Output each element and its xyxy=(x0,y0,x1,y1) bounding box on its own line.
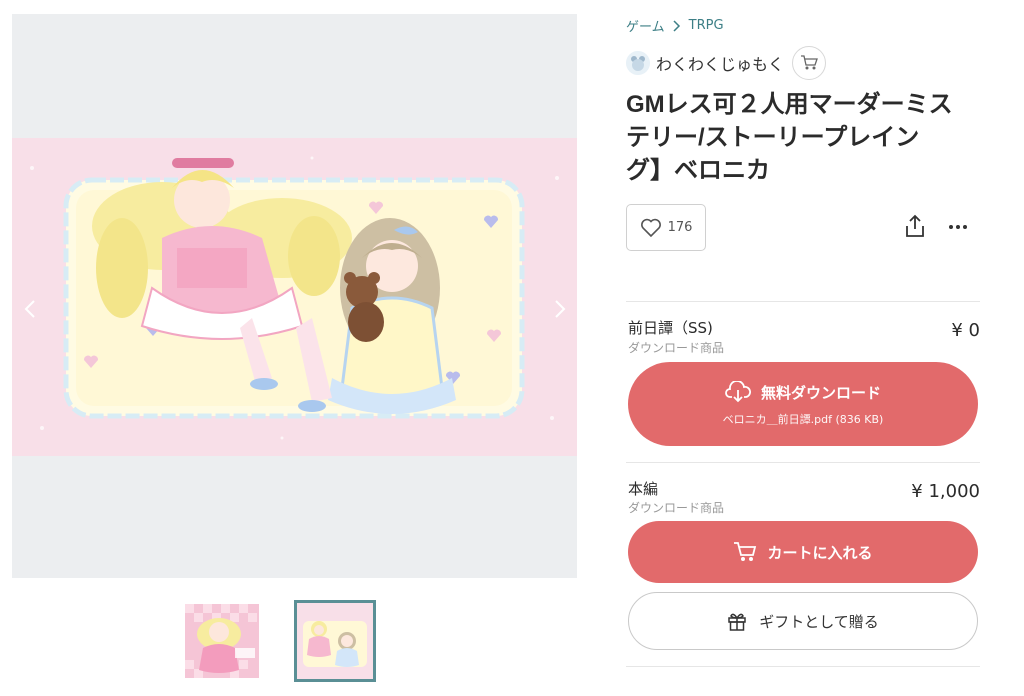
share-icon xyxy=(906,214,924,237)
next-image-button[interactable] xyxy=(548,294,572,324)
more-options-button[interactable] xyxy=(946,214,970,240)
more-icon xyxy=(949,225,953,229)
chevron-left-icon xyxy=(24,300,35,318)
cart-icon xyxy=(734,542,757,561)
chevron-right-icon xyxy=(673,19,680,32)
item-name: 本編 xyxy=(628,480,659,498)
breadcrumb-category-link[interactable]: ゲーム xyxy=(626,16,665,35)
breadcrumb: ゲーム TRPG xyxy=(626,16,724,35)
divider xyxy=(626,462,980,463)
breadcrumb-subcategory-link[interactable]: TRPG xyxy=(689,18,724,33)
product-info-panel: ゲーム TRPG わくわくじゅもく GMレス可２人用マーダーミス テリー/ストー… xyxy=(626,0,982,696)
product-title-line: グ】ベロニカ xyxy=(626,157,770,184)
product-title-line: テリー/ストーリープレイン xyxy=(626,124,920,151)
thumbnail-2[interactable] xyxy=(294,600,376,682)
free-download-label: 無料ダウンロード xyxy=(760,383,881,402)
divider xyxy=(626,666,980,667)
product-title: GMレス可２人用マーダーミス テリー/ストーリープレイン グ】ベロニカ xyxy=(626,88,976,187)
main-product-image[interactable] xyxy=(12,138,577,456)
shop-row: わくわくじゅもく xyxy=(626,46,827,80)
gift-icon xyxy=(728,613,746,631)
thumbnail-1[interactable] xyxy=(185,604,259,678)
file-info-label: ベロニカ＿前日譚.pdf (836 KB) xyxy=(722,413,884,426)
cart-icon xyxy=(801,55,818,70)
chevron-right-icon xyxy=(555,300,566,318)
add-to-cart-label: カートに入れる xyxy=(767,543,873,562)
previous-image-button[interactable] xyxy=(18,294,42,324)
shop-cart-button[interactable] xyxy=(792,46,827,80)
item-price: ¥ 0 xyxy=(951,320,980,341)
like-button[interactable]: 176 xyxy=(626,204,706,251)
item-type: ダウンロード商品 xyxy=(628,501,725,515)
add-to-cart-button[interactable]: カートに入れる xyxy=(628,521,978,583)
gift-button[interactable]: ギフトとして贈る xyxy=(628,592,978,650)
item-price: ¥ 1,000 xyxy=(911,481,980,502)
share-button[interactable] xyxy=(904,214,928,240)
like-count: 176 xyxy=(667,220,693,235)
download-cloud-icon xyxy=(725,381,751,403)
gift-label: ギフトとして贈る xyxy=(759,612,879,631)
item-name: 前日譚（SS) xyxy=(628,319,713,337)
divider xyxy=(626,301,980,302)
shop-avatar[interactable] xyxy=(626,51,650,75)
thumbnail-strip xyxy=(184,600,384,682)
product-title-line: GMレス可２人用マーダーミス xyxy=(626,91,953,118)
free-download-button[interactable]: 無料ダウンロード ベロニカ＿前日譚.pdf (836 KB) xyxy=(628,362,978,446)
heart-icon xyxy=(640,218,661,237)
product-image-gallery xyxy=(12,14,577,578)
item-type: ダウンロード商品 xyxy=(628,341,725,355)
shop-name-link[interactable]: わくわくじゅもく xyxy=(656,51,784,75)
